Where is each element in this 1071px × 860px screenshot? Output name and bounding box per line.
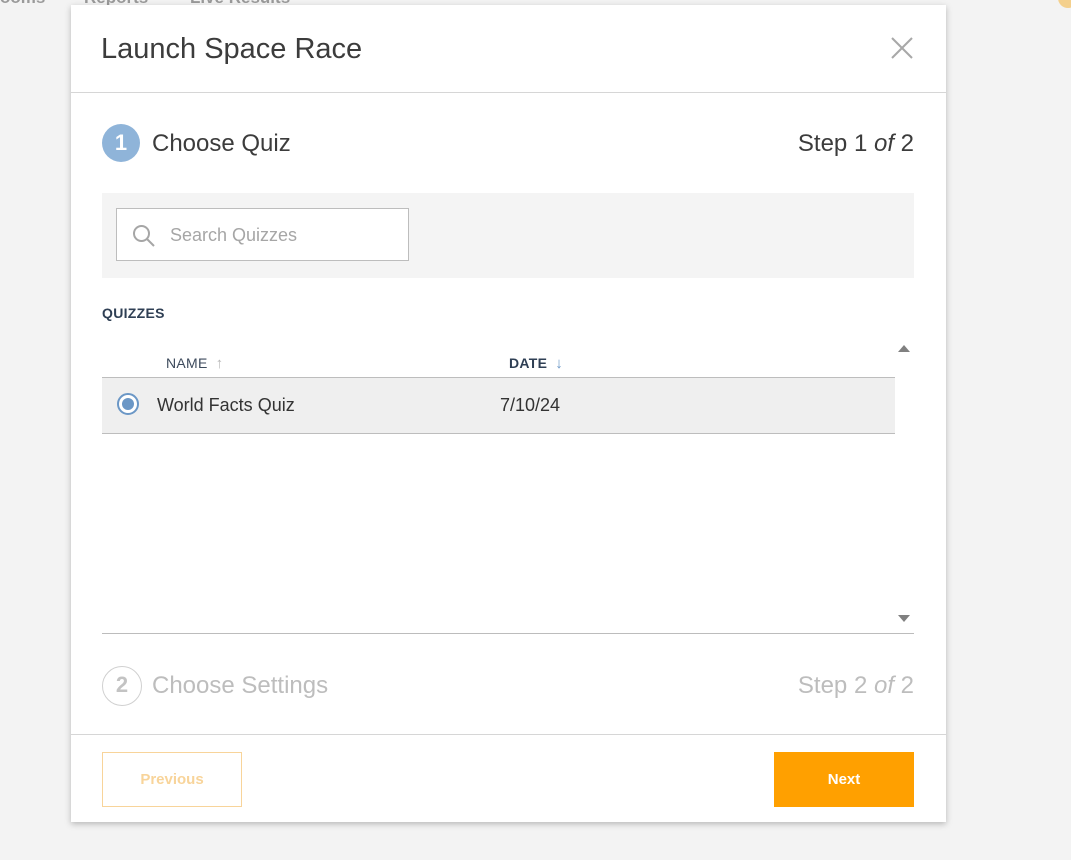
step-counter-total: 2 [893,672,914,699]
step-counter-total: 2 [893,130,914,157]
column-header-date[interactable]: DATE ↓ [509,355,563,372]
close-icon [891,37,913,59]
background-avatar [1058,0,1071,8]
step-2-badge: 2 [102,666,142,706]
sort-ascending-icon: ↑ [215,355,224,372]
quizzes-heading: QUIZZES [102,305,165,321]
quiz-list: NAME ↑ DATE ↓ World Facts Quiz 7/10/24 [102,333,914,634]
sort-descending-icon: ↓ [555,355,564,372]
quiz-name: World Facts Quiz [157,395,295,415]
search-input[interactable] [168,209,402,262]
column-header-name[interactable]: NAME ↑ [166,355,223,372]
step-1-counter: Step 1 of 2 [798,130,914,158]
next-button[interactable]: Next [774,752,914,807]
step-counter-prefix: Step 1 [797,130,874,157]
column-name-label: NAME [166,355,208,371]
modal-title: Launch Space Race [101,33,363,65]
column-date-label: DATE [509,355,548,371]
scroll-down-arrow[interactable] [898,615,910,622]
table-row[interactable]: World Facts Quiz 7/10/24 [102,377,895,434]
quiz-date: 7/10/24 [500,395,561,415]
search-icon [133,225,155,247]
radio-selected-dot [122,398,134,410]
modal-footer: Previous Next [71,734,946,823]
close-button[interactable] [889,35,915,61]
step-counter-of: of [873,672,894,699]
launch-space-race-modal: Launch Space Race 1 Choose Quiz Step 1 o… [71,5,946,822]
search-panel [102,193,914,278]
scroll-up-arrow[interactable] [898,345,910,352]
step-2-title: Choose Settings [152,672,329,699]
step-1-title: Choose Quiz [152,130,291,157]
step-1-badge: 1 [102,124,140,162]
previous-button[interactable]: Previous [102,752,242,807]
search-box[interactable] [116,208,409,262]
modal-header: Launch Space Race [71,5,946,93]
step-2-counter: Step 2 of 2 [798,672,914,700]
step-counter-prefix: Step 2 [797,672,874,699]
background-nav-item: ooms [0,0,45,8]
step-counter-of: of [873,130,894,157]
quiz-radio[interactable] [117,393,139,415]
